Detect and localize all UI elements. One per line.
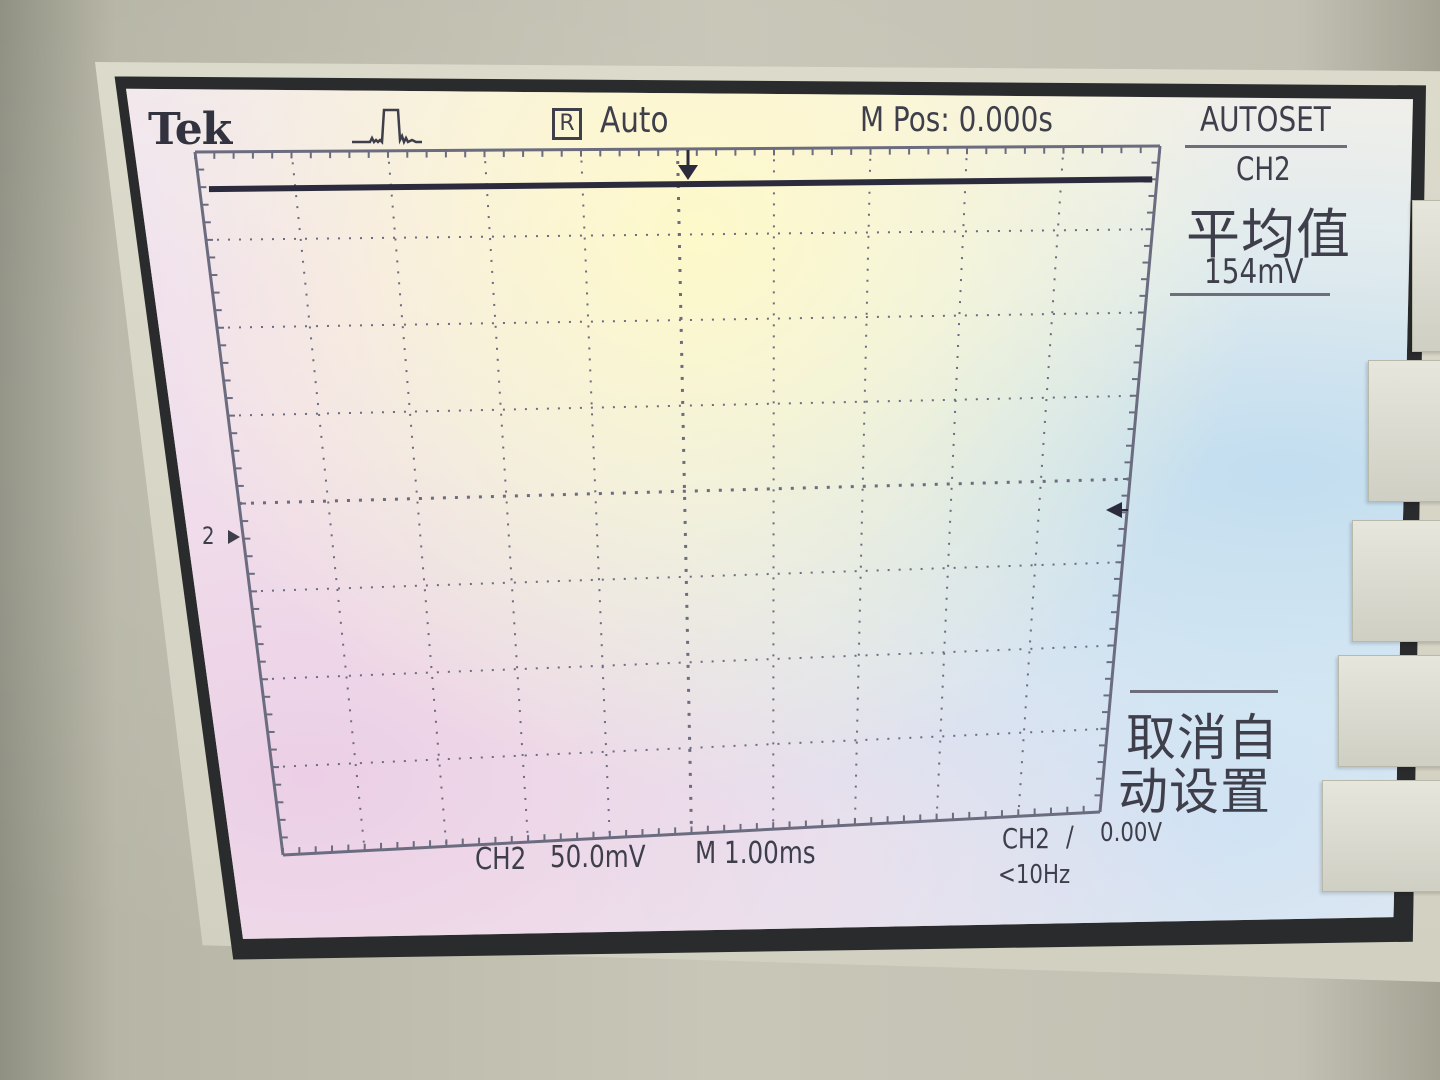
brand-logo: Tek	[148, 104, 232, 155]
menu-divider	[1170, 293, 1330, 296]
grid-line-vertical	[290, 151, 366, 851]
trigger-level: 0.00V	[1100, 818, 1163, 848]
timebase: M 1.00ms	[695, 836, 816, 871]
down-arrow-icon	[678, 150, 698, 180]
ch2-trace	[208, 176, 1153, 193]
grid-line-horizontal	[249, 561, 1123, 593]
grid-line-horizontal	[260, 644, 1116, 681]
graticule	[193, 144, 1162, 857]
pulse-icon	[352, 108, 422, 146]
grid-line-horizontal	[216, 311, 1146, 329]
left-arrow-icon	[1106, 502, 1128, 518]
trigger-state: Auto	[600, 100, 669, 141]
grid-lines	[193, 144, 1162, 857]
right-arrow-icon	[228, 530, 240, 544]
menu-title: AUTOSET	[1200, 100, 1331, 140]
horizontal-position: M Pos: 0.000s	[860, 100, 1053, 140]
vertical-scale: 50.0mV	[550, 840, 646, 875]
trigger-frequency: <10Hz	[998, 860, 1071, 890]
measure-value: 154mV	[1204, 252, 1304, 292]
channel-ground-marker: 2	[202, 522, 215, 550]
trigger-source: CH2	[1002, 822, 1050, 855]
grid-line-vertical	[853, 147, 872, 825]
grid-line-vertical	[772, 148, 775, 830]
cancel-autoset-button-line2[interactable]: 动设置	[1118, 752, 1271, 824]
grid-line-vertical	[935, 147, 968, 821]
channel-label: CH2	[475, 842, 527, 877]
menu-divider	[1185, 145, 1347, 148]
trigger-slope-icon: ∕	[1066, 820, 1074, 853]
menu-divider	[1130, 690, 1278, 693]
measure-channel: CH2	[1236, 150, 1291, 188]
grid-line-horizontal	[227, 394, 1138, 417]
waveform-trace	[208, 176, 1153, 193]
run-state-indicator: R	[552, 108, 582, 140]
grid-line-horizontal	[205, 228, 1153, 241]
grid-line-vertical	[580, 149, 611, 838]
